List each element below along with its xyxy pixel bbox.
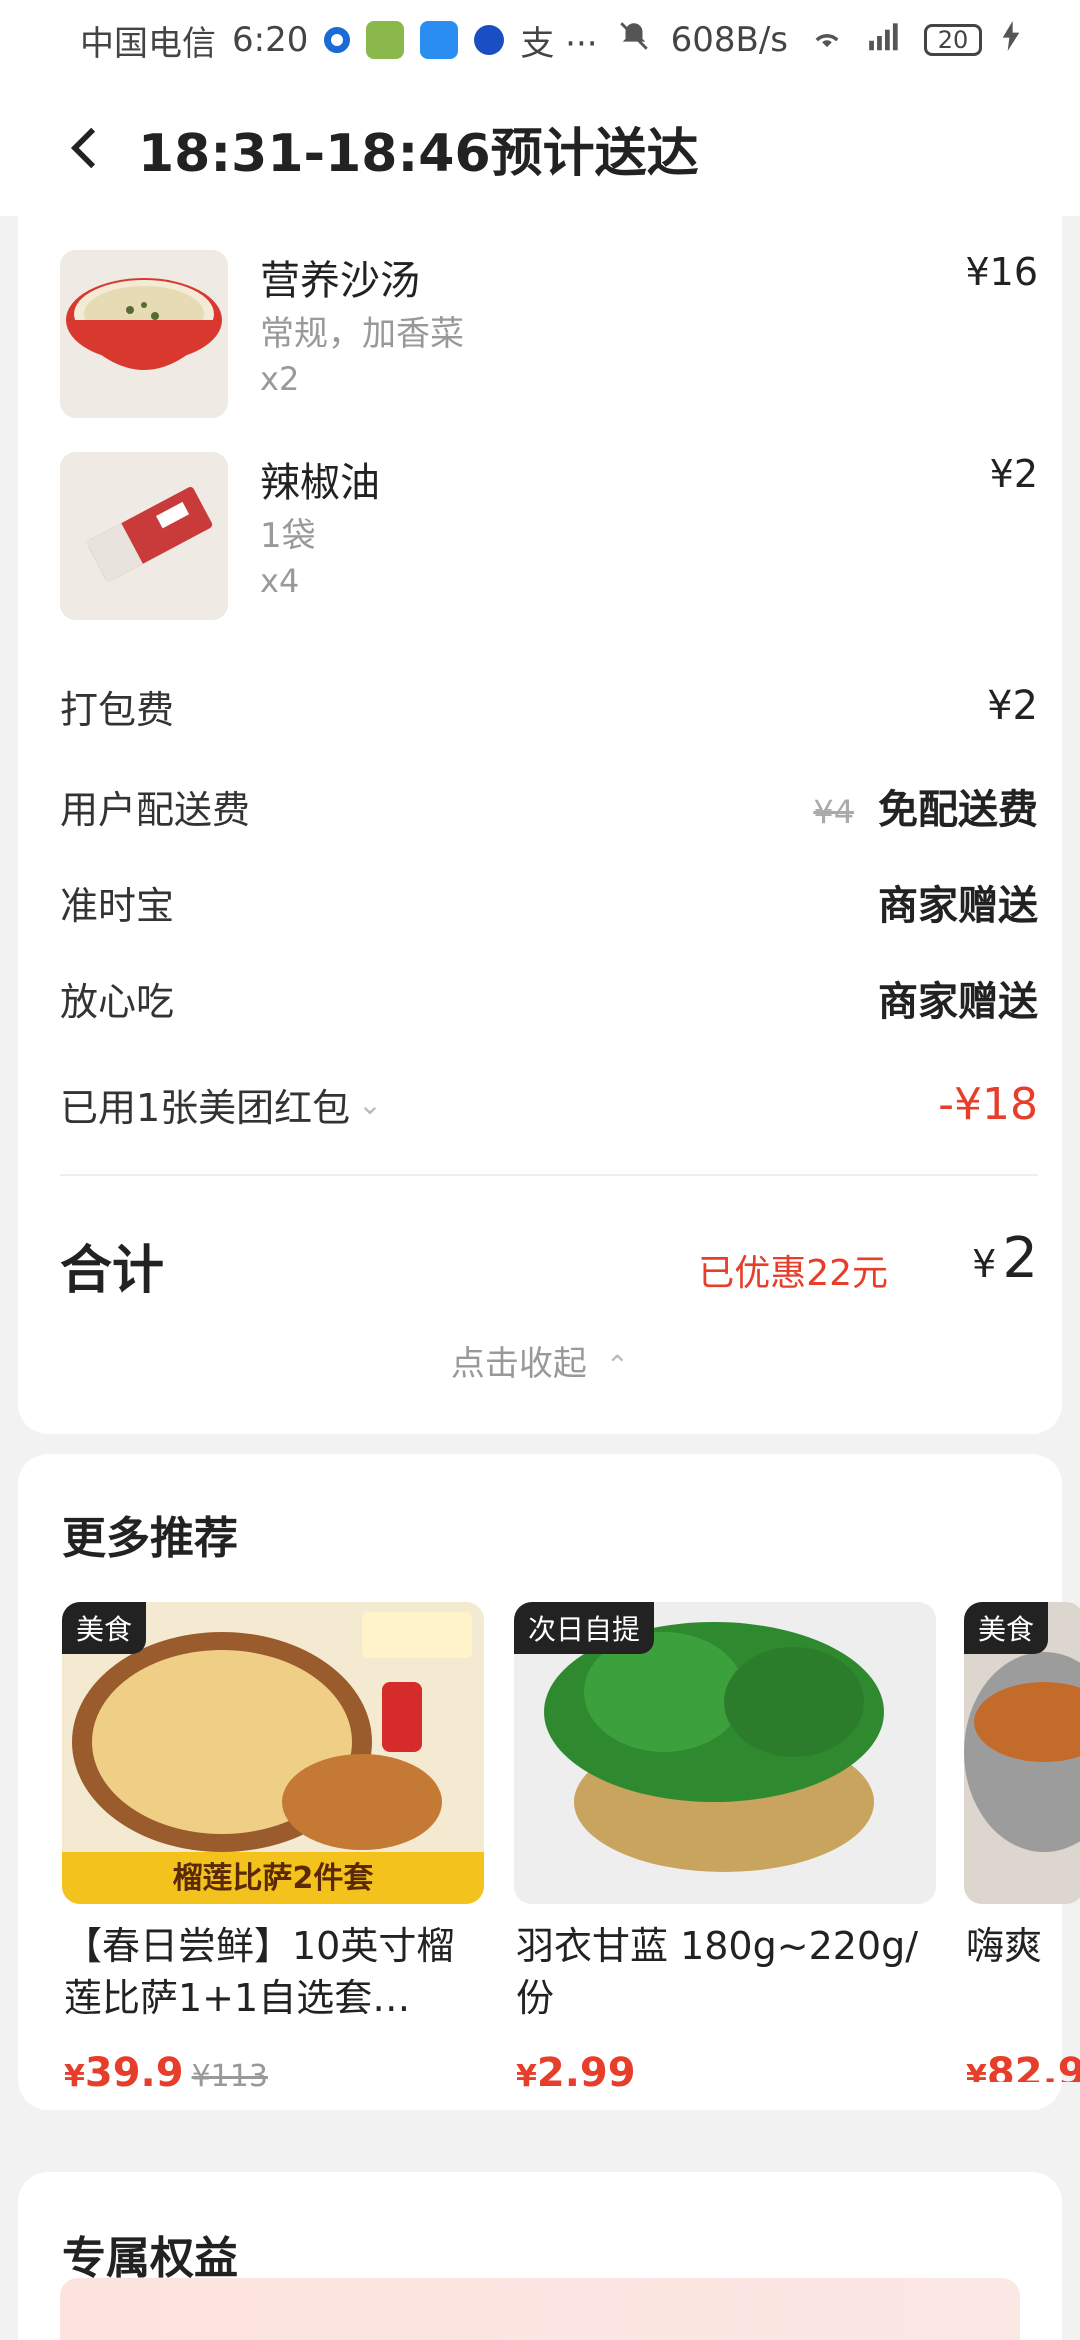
safe-eat-row[interactable]: 放心吃 商家赠送 [60, 968, 1038, 1028]
app-notification-icon [420, 21, 459, 59]
recommend-item[interactable]: 榴莲比萨2件套 美食 【春日尝鲜】10英寸榴莲比萨1+1自选套… ¥39.9 ¥1… [62, 1602, 484, 2096]
delivery-fee-value: 免配送费 [878, 787, 1038, 833]
collapse-toggle[interactable]: 点击收起 ⌃ [18, 1336, 1062, 1385]
app-notification-icon [366, 21, 405, 59]
total-label: 合计 [60, 1241, 165, 1301]
item-image [60, 250, 228, 418]
chevron-down-icon: ⌄ [358, 1087, 382, 1121]
category-tag: 美食 [62, 1602, 147, 1654]
discount-summary: 已优惠22元 [698, 1253, 888, 1294]
category-tag: 次日自提 [514, 1602, 655, 1654]
recommendation-card: 更多推荐 榴莲比萨2件套 美食 【春日尝鲜】10英寸榴莲比萨1+1自选套… ¥3… [18, 1454, 1080, 2110]
safe-eat-value: 商家赠送 [878, 979, 1038, 1025]
recommend-name: 【春日尝鲜】10英寸榴莲比萨1+1自选套… [64, 1924, 455, 2020]
recommend-price: ¥39.9 ¥113 [64, 2050, 268, 2096]
back-arrow-icon[interactable] [60, 124, 108, 172]
notification-icon [324, 27, 351, 53]
promo-image-text: 榴莲比萨2件套 [173, 1861, 374, 1896]
battery-icon: 20 [924, 24, 982, 56]
charging-icon [1002, 20, 1020, 60]
wifi-icon [808, 20, 846, 60]
benefits-banner[interactable] [60, 2278, 1020, 2340]
item-quantity: x4 [260, 562, 300, 600]
order-item[interactable]: 辣椒油 1袋 x4 ¥2 [60, 452, 1038, 622]
ontime-label: 准时宝 [60, 883, 175, 928]
signal-icon [866, 20, 904, 60]
total-price: ¥2 [972, 1226, 1038, 1291]
item-price: ¥16 [965, 250, 1038, 294]
section-title: 专属权益 [62, 2233, 238, 2284]
delivery-fee-original: ¥4 [813, 793, 855, 831]
safe-eat-label: 放心吃 [60, 979, 175, 1024]
category-tag: 美食 [964, 1602, 1049, 1654]
order-item[interactable]: 营养沙汤 常规，加香菜 x2 ¥16 [60, 250, 1038, 420]
carrier-label: 中国电信 [80, 23, 216, 64]
network-speed: 608B/s [670, 20, 788, 60]
recommend-item[interactable]: 美食 嗨爽 ¥82.9 [964, 1602, 1080, 2082]
coupon-label: 已用1张美团红包 [60, 1085, 351, 1130]
benefits-card: 专属权益 [18, 2172, 1062, 2340]
divider [60, 1174, 1038, 1176]
app-notification-icon [474, 25, 505, 55]
page-title: 18:31-18:46预计送达 [138, 123, 699, 184]
order-detail-card: 营养沙汤 常规，加香菜 x2 ¥16 辣椒油 1袋 x4 ¥2 打包费 ¥2 用… [18, 190, 1062, 1434]
coupon-row[interactable]: 已用1张美团红包 ⌄ -¥18 [60, 1074, 1038, 1134]
item-price: ¥2 [989, 452, 1038, 496]
item-name: 营养沙汤 [260, 258, 420, 304]
recommend-item[interactable]: 次日自提 羽衣甘蓝 180g~220g/份 ¥2.99 [514, 1602, 936, 2096]
ontime-row[interactable]: 准时宝 商家赠送 [60, 872, 1038, 932]
clock: 6:20 [232, 20, 309, 60]
total-amount: 2 [1002, 1226, 1038, 1291]
packing-fee-row: 打包费 ¥2 [60, 676, 1038, 736]
item-quantity: x2 [260, 360, 300, 398]
delivery-fee-label: 用户配送费 [60, 787, 251, 832]
recommend-name: 嗨爽 [966, 1924, 1043, 1968]
item-spec: 常规，加香菜 [260, 314, 464, 354]
packing-fee-value: ¥2 [987, 683, 1038, 729]
item-name: 辣椒油 [260, 460, 380, 506]
delivery-fee-row: 用户配送费 ¥4 免配送费 [60, 776, 1038, 836]
item-image [60, 452, 228, 620]
recommend-price: ¥2.99 [516, 2050, 636, 2096]
recommend-price: ¥82.9 [966, 2050, 1080, 2082]
original-price: ¥113 [191, 2059, 268, 2094]
ontime-value: 商家赠送 [878, 883, 1038, 929]
packing-fee-label: 打包费 [60, 687, 175, 732]
collapse-label: 点击收起 [450, 1344, 587, 1384]
status-bar: 中国电信 6:20 支 ··· 608B/s 20 [0, 0, 1080, 80]
coupon-value: -¥18 [938, 1078, 1038, 1130]
recommend-name: 羽衣甘蓝 180g~220g/份 [516, 1924, 919, 2020]
section-title: 更多推荐 [62, 1513, 238, 1564]
chevron-up-icon: ⌃ [605, 1349, 630, 1382]
mute-icon [617, 19, 651, 62]
item-spec: 1袋 [260, 516, 316, 556]
more-notifications: 支 ··· [520, 23, 598, 64]
currency-symbol: ¥ [972, 1242, 997, 1286]
